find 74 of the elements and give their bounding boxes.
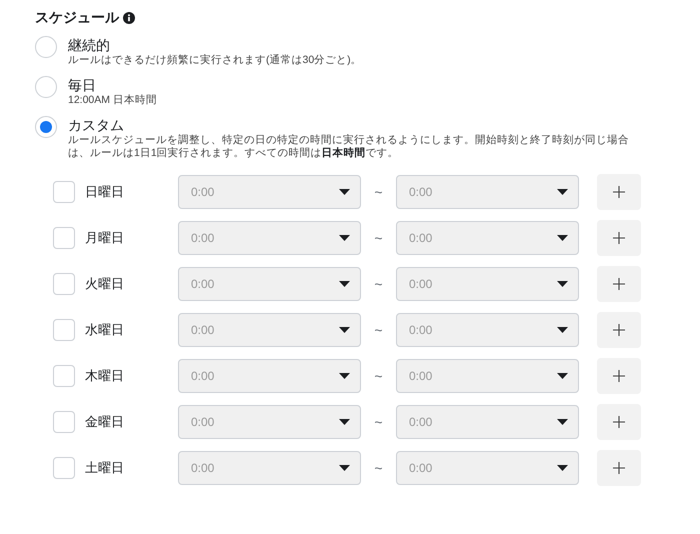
info-icon (123, 12, 135, 24)
end-time-dropdown[interactable]: 0:00 (396, 405, 579, 439)
start-time-dropdown[interactable]: 0:00 (178, 405, 361, 439)
day-label: 水曜日 (85, 321, 125, 339)
range-separator: ~ (373, 368, 384, 384)
caret-icon (339, 465, 350, 471)
end-time-dropdown[interactable]: 0:00 (396, 313, 579, 347)
checkbox[interactable] (53, 457, 75, 479)
caret-icon (557, 373, 568, 379)
range-separator: ~ (373, 276, 384, 292)
caret-icon (557, 465, 568, 471)
option-description: 12:00AM 日本時間 (68, 94, 158, 107)
caret-icon (339, 327, 350, 333)
end-time-dropdown[interactable]: 0:00 (396, 221, 579, 255)
radio-button[interactable] (35, 76, 57, 98)
checkbox[interactable] (53, 273, 75, 295)
option-description: ルールはできるだけ頻繁に実行されます(通常は30分ごと)。 (68, 54, 363, 67)
checkbox[interactable] (53, 319, 75, 341)
radio-button[interactable] (35, 36, 57, 58)
caret-icon (557, 189, 568, 195)
day-label: 金曜日 (85, 413, 125, 431)
plus-icon (613, 370, 625, 382)
start-time-dropdown[interactable]: 0:00 (178, 175, 361, 209)
end-time-dropdown[interactable]: 0:00 (396, 267, 579, 301)
caret-icon (557, 419, 568, 425)
end-time-dropdown[interactable]: 0:00 (396, 175, 579, 209)
add-button[interactable] (597, 220, 641, 256)
day-label: 日曜日 (85, 183, 125, 201)
caret-icon (339, 189, 350, 195)
plus-icon (613, 186, 625, 198)
caret-icon (557, 235, 568, 241)
add-button[interactable] (597, 358, 641, 394)
start-time-dropdown[interactable]: 0:00 (178, 221, 361, 255)
day-label: 火曜日 (85, 275, 125, 293)
option-label: カスタム (68, 117, 125, 134)
day-label: 月曜日 (85, 229, 125, 247)
checkbox[interactable] (53, 227, 75, 249)
plus-icon (613, 232, 625, 244)
caret-icon (339, 281, 350, 287)
range-separator: ~ (373, 414, 384, 430)
range-separator: ~ (373, 322, 384, 338)
option-label: 毎日 (68, 77, 97, 94)
option-label: 継続的 (68, 37, 111, 54)
plus-icon (613, 324, 625, 336)
caret-icon (339, 419, 350, 425)
range-separator: ~ (373, 460, 384, 476)
plus-icon (613, 278, 625, 290)
checkbox[interactable] (53, 365, 75, 387)
plus-icon (613, 416, 625, 428)
day-label: 木曜日 (85, 367, 125, 385)
caret-icon (557, 327, 568, 333)
add-button[interactable] (597, 450, 641, 486)
add-button[interactable] (597, 266, 641, 302)
start-time-dropdown[interactable]: 0:00 (178, 267, 361, 301)
plus-icon (613, 462, 625, 474)
range-separator: ~ (373, 230, 384, 246)
option-description: ルールスケジュールを調整し、特定の日の特定の時間に実行されるようにします。開始時刻と終了時刻が同じ場合は、ルールは1日1回実行されます。すべての時間は日本時間です。 (68, 134, 630, 160)
radio-button[interactable] (35, 116, 57, 138)
section-title: スケジュール (35, 9, 119, 27)
start-time-dropdown[interactable]: 0:00 (178, 359, 361, 393)
range-separator: ~ (373, 184, 384, 200)
day-label: 土曜日 (85, 459, 125, 477)
checkbox[interactable] (53, 181, 75, 203)
add-button[interactable] (597, 404, 641, 440)
caret-icon (339, 235, 350, 241)
end-time-dropdown[interactable]: 0:00 (396, 359, 579, 393)
start-time-dropdown[interactable]: 0:00 (178, 451, 361, 485)
checkbox[interactable] (53, 411, 75, 433)
add-button[interactable] (597, 312, 641, 348)
end-time-dropdown[interactable]: 0:00 (396, 451, 579, 485)
caret-icon (557, 281, 568, 287)
add-button[interactable] (597, 174, 641, 210)
start-time-dropdown[interactable]: 0:00 (178, 313, 361, 347)
caret-icon (339, 373, 350, 379)
